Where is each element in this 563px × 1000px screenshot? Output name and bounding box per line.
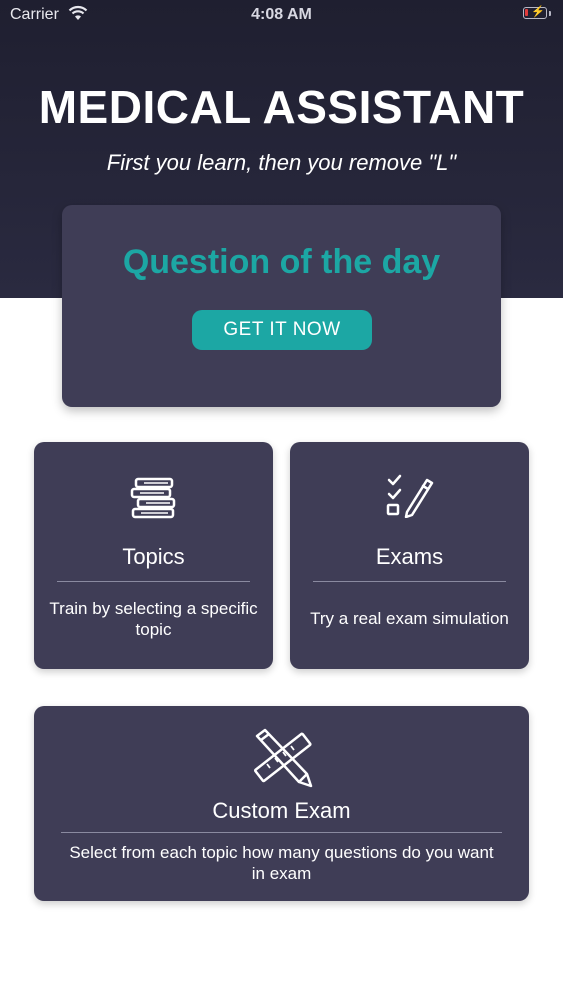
clock: 4:08 AM — [251, 6, 312, 23]
ruler-pencil-icon — [253, 728, 312, 788]
custom-exam-description: Select from each topic how many question… — [69, 843, 494, 883]
topics-card[interactable]: Topics Train by selecting a specific top… — [34, 442, 273, 669]
exams-divider — [313, 581, 506, 582]
exams-card[interactable]: Exams Try a real exam simulation — [290, 442, 529, 669]
exams-description: Try a real exam simulation — [310, 609, 509, 628]
get-it-now-button[interactable]: GET IT NOW — [192, 310, 372, 350]
books-icon — [130, 477, 175, 519]
topics-title: Topics — [122, 544, 185, 569]
battery-cap — [549, 11, 551, 16]
checklist-pencil-icon — [386, 474, 433, 518]
status-bar: Carrier 4:08 AM ⚡ — [0, 0, 563, 30]
topics-description: Train by selecting a specific topic — [49, 599, 258, 639]
question-of-the-day-title: Question of the day — [122, 243, 441, 281]
question-of-the-day-card: Question of the day GET IT NOW — [62, 205, 501, 407]
app-title: MEDICAL ASSISTANT — [38, 81, 525, 133]
app-tagline: First you learn, then you remove "L" — [106, 150, 457, 175]
topics-divider — [57, 581, 250, 582]
custom-exam-divider — [61, 832, 502, 833]
battery-icon: ⚡ — [523, 6, 547, 19]
exams-title: Exams — [375, 544, 444, 569]
custom-exam-title: Custom Exam — [212, 798, 351, 823]
custom-exam-card[interactable]: Custom Exam Select from each topic how m… — [34, 706, 529, 901]
